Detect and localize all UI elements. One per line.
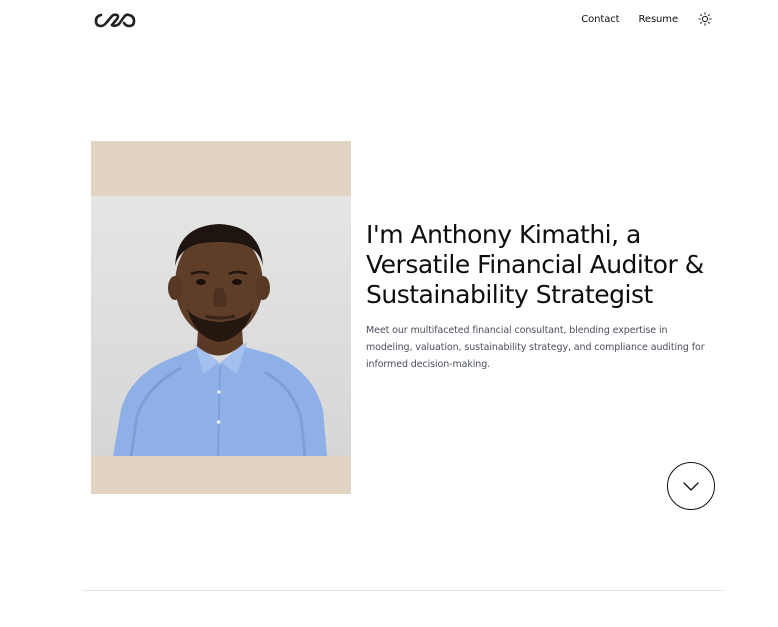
scroll-down-button[interactable]	[667, 462, 715, 510]
sun-icon[interactable]	[698, 12, 712, 26]
main-nav: Contact Resume	[581, 12, 712, 26]
hero-title: I'm Anthony Kimathi, a Versatile Financi…	[366, 220, 704, 309]
nav-link-resume[interactable]: Resume	[639, 14, 679, 25]
hero-description: Meet our multifaceted financial consulta…	[366, 325, 705, 370]
chevron-down-icon	[683, 482, 699, 491]
portfolio-page: Contact Resume I'm Anthony Kimathi, a Ve…	[0, 0, 778, 627]
infinity-logo-icon[interactable]	[93, 10, 137, 30]
section-divider	[83, 590, 723, 591]
hero-section: I'm Anthony Kimathi, a Versatile Financi…	[366, 220, 716, 373]
hero-photo-frame	[91, 141, 351, 494]
nav-link-contact[interactable]: Contact	[581, 14, 619, 25]
profile-photo	[91, 196, 351, 457]
portrait-illustration	[113, 224, 327, 457]
